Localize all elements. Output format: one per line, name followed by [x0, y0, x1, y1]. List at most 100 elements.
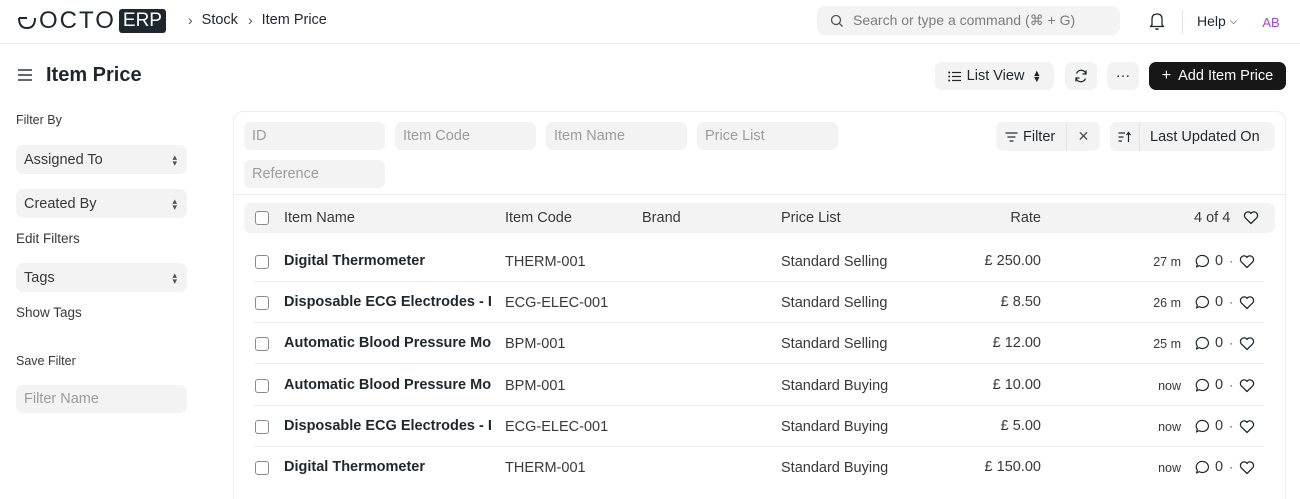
separator-dot: · — [1229, 419, 1234, 433]
row-checkbox[interactable] — [255, 296, 269, 310]
row-divider — [254, 363, 1264, 364]
sidebar-toggle-icon[interactable] — [17, 68, 33, 85]
clear-filter-close-icon[interactable]: ✕ — [1067, 128, 1100, 145]
tags-select[interactable]: Tags ▴ ▾ — [16, 263, 187, 292]
separator-dot: · — [1229, 336, 1234, 350]
row-item-name[interactable]: Automatic Blood Pressure Monitor — [284, 335, 491, 351]
select-all-checkbox[interactable] — [255, 211, 269, 225]
row-divider — [254, 405, 1264, 406]
filter-button-label: Filter — [1023, 128, 1056, 145]
row-checkbox[interactable] — [255, 379, 269, 393]
row-divider — [254, 446, 1264, 447]
row-item-code: BPM-001 — [505, 336, 566, 352]
sort-by-button[interactable]: Last Updated On — [1140, 129, 1260, 145]
comment-icon[interactable] — [1195, 254, 1211, 269]
navbar: OCTO ERP › Stock › Item Price Search or … — [0, 0, 1300, 44]
row-meta: 0 · — [1195, 294, 1255, 310]
add-item-price-button[interactable]: + Add Item Price — [1149, 62, 1286, 90]
like-heart-icon[interactable] — [1239, 336, 1255, 351]
row-modified-time: now — [1158, 461, 1181, 475]
row-price-list: Standard Buying — [781, 419, 889, 435]
select-arrows-icon: ▴ ▾ — [172, 269, 177, 286]
filter-name-input[interactable]: Filter Name — [16, 385, 187, 413]
sort-direction-button[interactable] — [1110, 122, 1140, 151]
logo-text: OCTO — [39, 7, 116, 34]
like-heart-icon[interactable] — [1239, 460, 1255, 475]
row-item-code: THERM-001 — [505, 460, 586, 476]
column-header-brand: Brand — [642, 210, 681, 226]
separator-dot: · — [1229, 378, 1234, 392]
row-price-list: Standard Selling — [781, 295, 888, 311]
item-name-filter-input[interactable]: Item Name — [546, 122, 687, 150]
help-dropdown[interactable]: Help ⌵ — [1197, 13, 1237, 29]
avatar[interactable]: AB — [1259, 10, 1283, 34]
row-comment-count: 0 — [1215, 335, 1224, 351]
row-modified-time: 25 m — [1153, 337, 1181, 351]
row-item-name[interactable]: Disposable ECG Electrodes - Pack of 50 — [284, 418, 491, 434]
select-arrows-icon: ▲ ▼ — [1032, 68, 1042, 84]
search-input[interactable]: Search or type a command (⌘ + G) — [817, 6, 1120, 35]
column-header-rate: Rate — [1010, 210, 1041, 226]
logo-mark-icon — [18, 17, 36, 30]
row-checkbox[interactable] — [255, 420, 269, 434]
row-checkbox[interactable] — [255, 255, 269, 269]
row-meta: 0 · — [1195, 459, 1255, 475]
breadcrumb-separator-icon: › — [247, 12, 253, 28]
view-switcher-button[interactable]: List View ▲ ▼ — [935, 62, 1054, 90]
page-title: Item Price — [46, 64, 142, 86]
like-heart-icon[interactable] — [1239, 254, 1255, 269]
row-modified-time: 26 m — [1153, 296, 1181, 310]
record-count: 4 of 4 — [1194, 210, 1231, 226]
breadcrumb: › Stock › Item Price — [188, 12, 337, 28]
row-checkbox[interactable] — [255, 461, 269, 475]
breadcrumb-item-item-price[interactable]: Item Price — [262, 12, 327, 28]
price-list-filter-input[interactable]: Price List — [697, 122, 838, 150]
row-price-list: Standard Buying — [781, 460, 889, 476]
column-header-price-list: Price List — [781, 210, 841, 226]
row-item-name[interactable]: Digital Thermometer — [284, 253, 491, 269]
plus-icon: + — [1161, 67, 1172, 84]
row-item-name[interactable]: Digital Thermometer — [284, 459, 491, 475]
row-modified-time: 27 m — [1153, 255, 1181, 269]
comment-icon[interactable] — [1195, 295, 1211, 310]
search-placeholder: Search or type a command (⌘ + G) — [853, 12, 1076, 28]
row-item-code: BPM-001 — [505, 378, 566, 394]
separator-dot: · — [1229, 254, 1234, 268]
breadcrumb-item-stock[interactable]: Stock — [202, 12, 238, 28]
id-filter-input[interactable]: ID — [244, 122, 385, 150]
row-modified-time: now — [1158, 379, 1181, 393]
row-comment-count: 0 — [1215, 459, 1224, 475]
row-rate: £ 8.50 — [1000, 294, 1041, 310]
created-by-select[interactable]: Created By ▴ ▾ — [16, 189, 187, 218]
comment-icon[interactable] — [1195, 460, 1211, 475]
row-item-name[interactable]: Disposable ECG Electrodes - Pack of 50 — [284, 294, 491, 310]
notifications-bell-icon[interactable] — [1148, 11, 1166, 34]
item-code-filter-input[interactable]: Item Code — [395, 122, 536, 150]
list-icon — [947, 71, 961, 81]
row-checkbox[interactable] — [255, 337, 269, 351]
search-icon — [830, 14, 843, 27]
assigned-to-select[interactable]: Assigned To ▴ ▾ — [16, 145, 187, 174]
filter-button[interactable]: Filter — [996, 122, 1067, 151]
chevron-down-icon: ⌵ — [1229, 15, 1238, 27]
sort-group: Last Updated On — [1110, 122, 1275, 151]
help-label: Help — [1197, 13, 1226, 29]
like-heart-icon[interactable] — [1239, 419, 1255, 434]
row-rate: £ 10.00 — [992, 377, 1041, 393]
logo-badge: ERP — [118, 9, 166, 33]
comment-icon[interactable] — [1195, 336, 1211, 351]
app-logo[interactable]: OCTO ERP — [17, 7, 166, 34]
row-meta: 0 · — [1195, 377, 1255, 393]
like-heart-icon[interactable] — [1239, 295, 1255, 310]
more-actions-button[interactable]: ··· — [1107, 62, 1139, 90]
comment-icon[interactable] — [1195, 419, 1211, 434]
refresh-button[interactable] — [1065, 62, 1097, 90]
like-heart-icon[interactable] — [1243, 210, 1259, 228]
comment-icon[interactable] — [1195, 378, 1211, 393]
row-modified-time: now — [1158, 420, 1181, 434]
reference-filter-input[interactable]: Reference — [244, 160, 385, 188]
show-tags-link[interactable]: Show Tags — [16, 305, 82, 320]
like-heart-icon[interactable] — [1239, 378, 1255, 393]
edit-filters-link[interactable]: Edit Filters — [16, 231, 80, 246]
row-item-name[interactable]: Automatic Blood Pressure Monitor — [284, 377, 491, 393]
